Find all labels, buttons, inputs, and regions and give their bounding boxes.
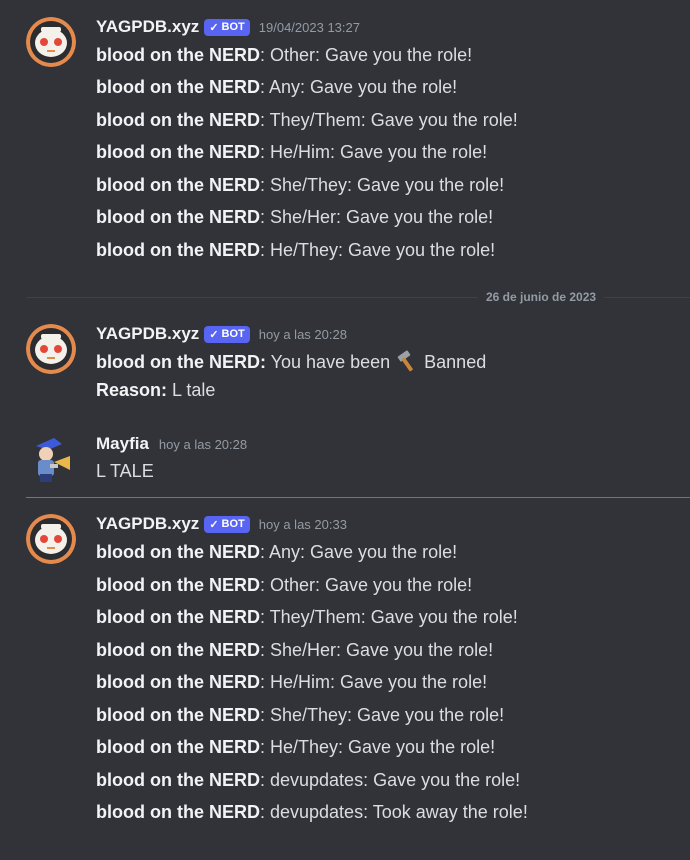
reason-label: Reason: <box>96 380 168 400</box>
timestamp[interactable]: hoy a las 20:28 <box>259 327 347 342</box>
mention-name: blood on the NERD <box>96 142 260 162</box>
message-text: L TALE <box>96 461 154 481</box>
message-text: : She/They: Gave you the role! <box>259 705 505 725</box>
message-line: L TALE <box>96 458 154 484</box>
reason-text: L tale <box>172 380 216 400</box>
message-line: blood on the NERD: She/They: Gave you th… <box>96 702 504 728</box>
bot-badge-label: BOT <box>221 21 245 33</box>
message-line: blood on the NERD: devupdates: Took away… <box>96 799 528 825</box>
message-line: blood on the NERD: He/Him: Gave you the … <box>96 139 487 165</box>
ban-line: blood on the NERD: You have been Banned <box>96 349 486 375</box>
check-icon: ✓ <box>209 328 219 341</box>
character-avatar-icon <box>26 434 76 484</box>
message-text: : Any: Gave you the role! <box>259 77 458 97</box>
mention-name: blood on the NERD <box>96 607 260 627</box>
message-text: : She/They: Gave you the role! <box>259 175 505 195</box>
mention-name: blood on the NERD <box>96 640 260 660</box>
bot-badge-label: BOT <box>221 518 245 530</box>
message-group: YAGPDB.xyz ✓ BOT hoy a las 20:28 blood on… <box>0 321 690 406</box>
reason-line: Reason: L tale <box>96 377 215 403</box>
message-line: blood on the NERD: She/Her: Gave you the… <box>96 637 493 663</box>
message-text: : devupdates: Took away the role! <box>259 802 528 822</box>
check-icon: ✓ <box>209 518 219 531</box>
message-header: Mayfia hoy a las 20:28 <box>96 431 247 457</box>
message-text: : Any: Gave you the role! <box>259 542 458 562</box>
yagpdb-avatar[interactable] <box>26 514 76 564</box>
mention-name: blood on the NERD <box>96 575 260 595</box>
message-text: : He/Him: Gave you the role! <box>259 142 488 162</box>
mention-name: blood on the NERD <box>96 207 260 227</box>
message-header: YAGPDB.xyz ✓ BOT hoy a las 20:33 <box>96 511 347 537</box>
username[interactable]: YAGPDB.xyz <box>96 514 199 534</box>
mention-name: blood on the NERD <box>96 77 260 97</box>
message-header: YAGPDB.xyz ✓ BOT 19/04/2023 13:27 <box>96 14 360 40</box>
message-line: blood on the NERD: Any: Gave you the rol… <box>96 539 457 565</box>
mention-name: blood on the NERD <box>96 110 260 130</box>
robot-avatar-icon <box>26 17 76 67</box>
hammer-icon <box>397 350 413 372</box>
bot-badge: ✓ BOT <box>204 515 250 533</box>
mention-name: blood on the NERD <box>96 737 260 757</box>
message-text: : She/Her: Gave you the role! <box>259 207 494 227</box>
username[interactable]: Mayfia <box>96 434 149 454</box>
message-line: blood on the NERD: They/Them: Gave you t… <box>96 604 518 630</box>
mention-name: blood on the NERD <box>96 45 260 65</box>
mention-name: blood on the NERD <box>96 542 260 562</box>
message-text: : He/They: Gave you the role! <box>259 240 496 260</box>
yagpdb-avatar[interactable] <box>26 17 76 67</box>
message-line: blood on the NERD: She/Her: Gave you the… <box>96 204 493 230</box>
yagpdb-avatar[interactable] <box>26 324 76 374</box>
date-divider: 26 de junio de 2023 <box>26 288 690 306</box>
mention-name: blood on the NERD: <box>96 352 266 372</box>
username[interactable]: YAGPDB.xyz <box>96 324 199 344</box>
message-line: blood on the NERD: Any: Gave you the rol… <box>96 74 457 100</box>
message-text: : Other: Gave you the role! <box>259 575 473 595</box>
mention-name: blood on the NERD <box>96 770 260 790</box>
message-text: : He/Him: Gave you the role! <box>259 672 488 692</box>
message-text: : He/They: Gave you the role! <box>259 737 496 757</box>
message-group: YAGPDB.xyz ✓ BOT 19/04/2023 13:27 blood o… <box>0 14 690 264</box>
timestamp[interactable]: hoy a las 20:33 <box>259 517 347 532</box>
username[interactable]: YAGPDB.xyz <box>96 17 199 37</box>
message-text: : Other: Gave you the role! <box>259 45 473 65</box>
mayfia-avatar[interactable] <box>26 434 76 484</box>
ban-label: Banned <box>424 352 487 372</box>
message-line: blood on the NERD: He/They: Gave you the… <box>96 734 495 760</box>
check-icon: ✓ <box>209 21 219 34</box>
bot-badge-label: BOT <box>221 328 245 340</box>
message-line: blood on the NERD: She/They: Gave you th… <box>96 172 504 198</box>
bot-badge: ✓ BOT <box>204 325 250 343</box>
mention-name: blood on the NERD <box>96 802 260 822</box>
message-line: blood on the NERD: devupdates: Gave you … <box>96 767 520 793</box>
robot-avatar-icon <box>26 514 76 564</box>
date-divider-label: 26 de junio de 2023 <box>478 288 605 306</box>
timestamp[interactable]: hoy a las 20:28 <box>159 437 247 452</box>
mention-name: blood on the NERD <box>96 705 260 725</box>
message-line: blood on the NERD: He/They: Gave you the… <box>96 237 495 263</box>
mention-name: blood on the NERD <box>96 240 260 260</box>
message-group: Mayfia hoy a las 20:28 L TALE <box>0 431 690 484</box>
message-text: : They/Them: Gave you the role! <box>259 110 518 130</box>
message-text: : devupdates: Gave you the role! <box>259 770 521 790</box>
mention-name: blood on the NERD <box>96 672 260 692</box>
timestamp[interactable]: 19/04/2023 13:27 <box>259 20 360 35</box>
message-header: YAGPDB.xyz ✓ BOT hoy a las 20:28 <box>96 321 347 347</box>
new-messages-divider <box>26 497 690 498</box>
message-text: : She/Her: Gave you the role! <box>259 640 494 660</box>
message-line: blood on the NERD: Other: Gave you the r… <box>96 42 472 68</box>
message-line: blood on the NERD: He/Him: Gave you the … <box>96 669 487 695</box>
message-text: : They/Them: Gave you the role! <box>259 607 518 627</box>
message-line: blood on the NERD: They/Them: Gave you t… <box>96 107 518 133</box>
bot-badge: ✓ BOT <box>204 18 250 36</box>
message-group: YAGPDB.xyz ✓ BOT hoy a las 20:33 blood on… <box>0 511 690 831</box>
message-text: You have been <box>270 352 391 372</box>
mention-name: blood on the NERD <box>96 175 260 195</box>
message-line: blood on the NERD: Other: Gave you the r… <box>96 572 472 598</box>
robot-avatar-icon <box>26 324 76 374</box>
